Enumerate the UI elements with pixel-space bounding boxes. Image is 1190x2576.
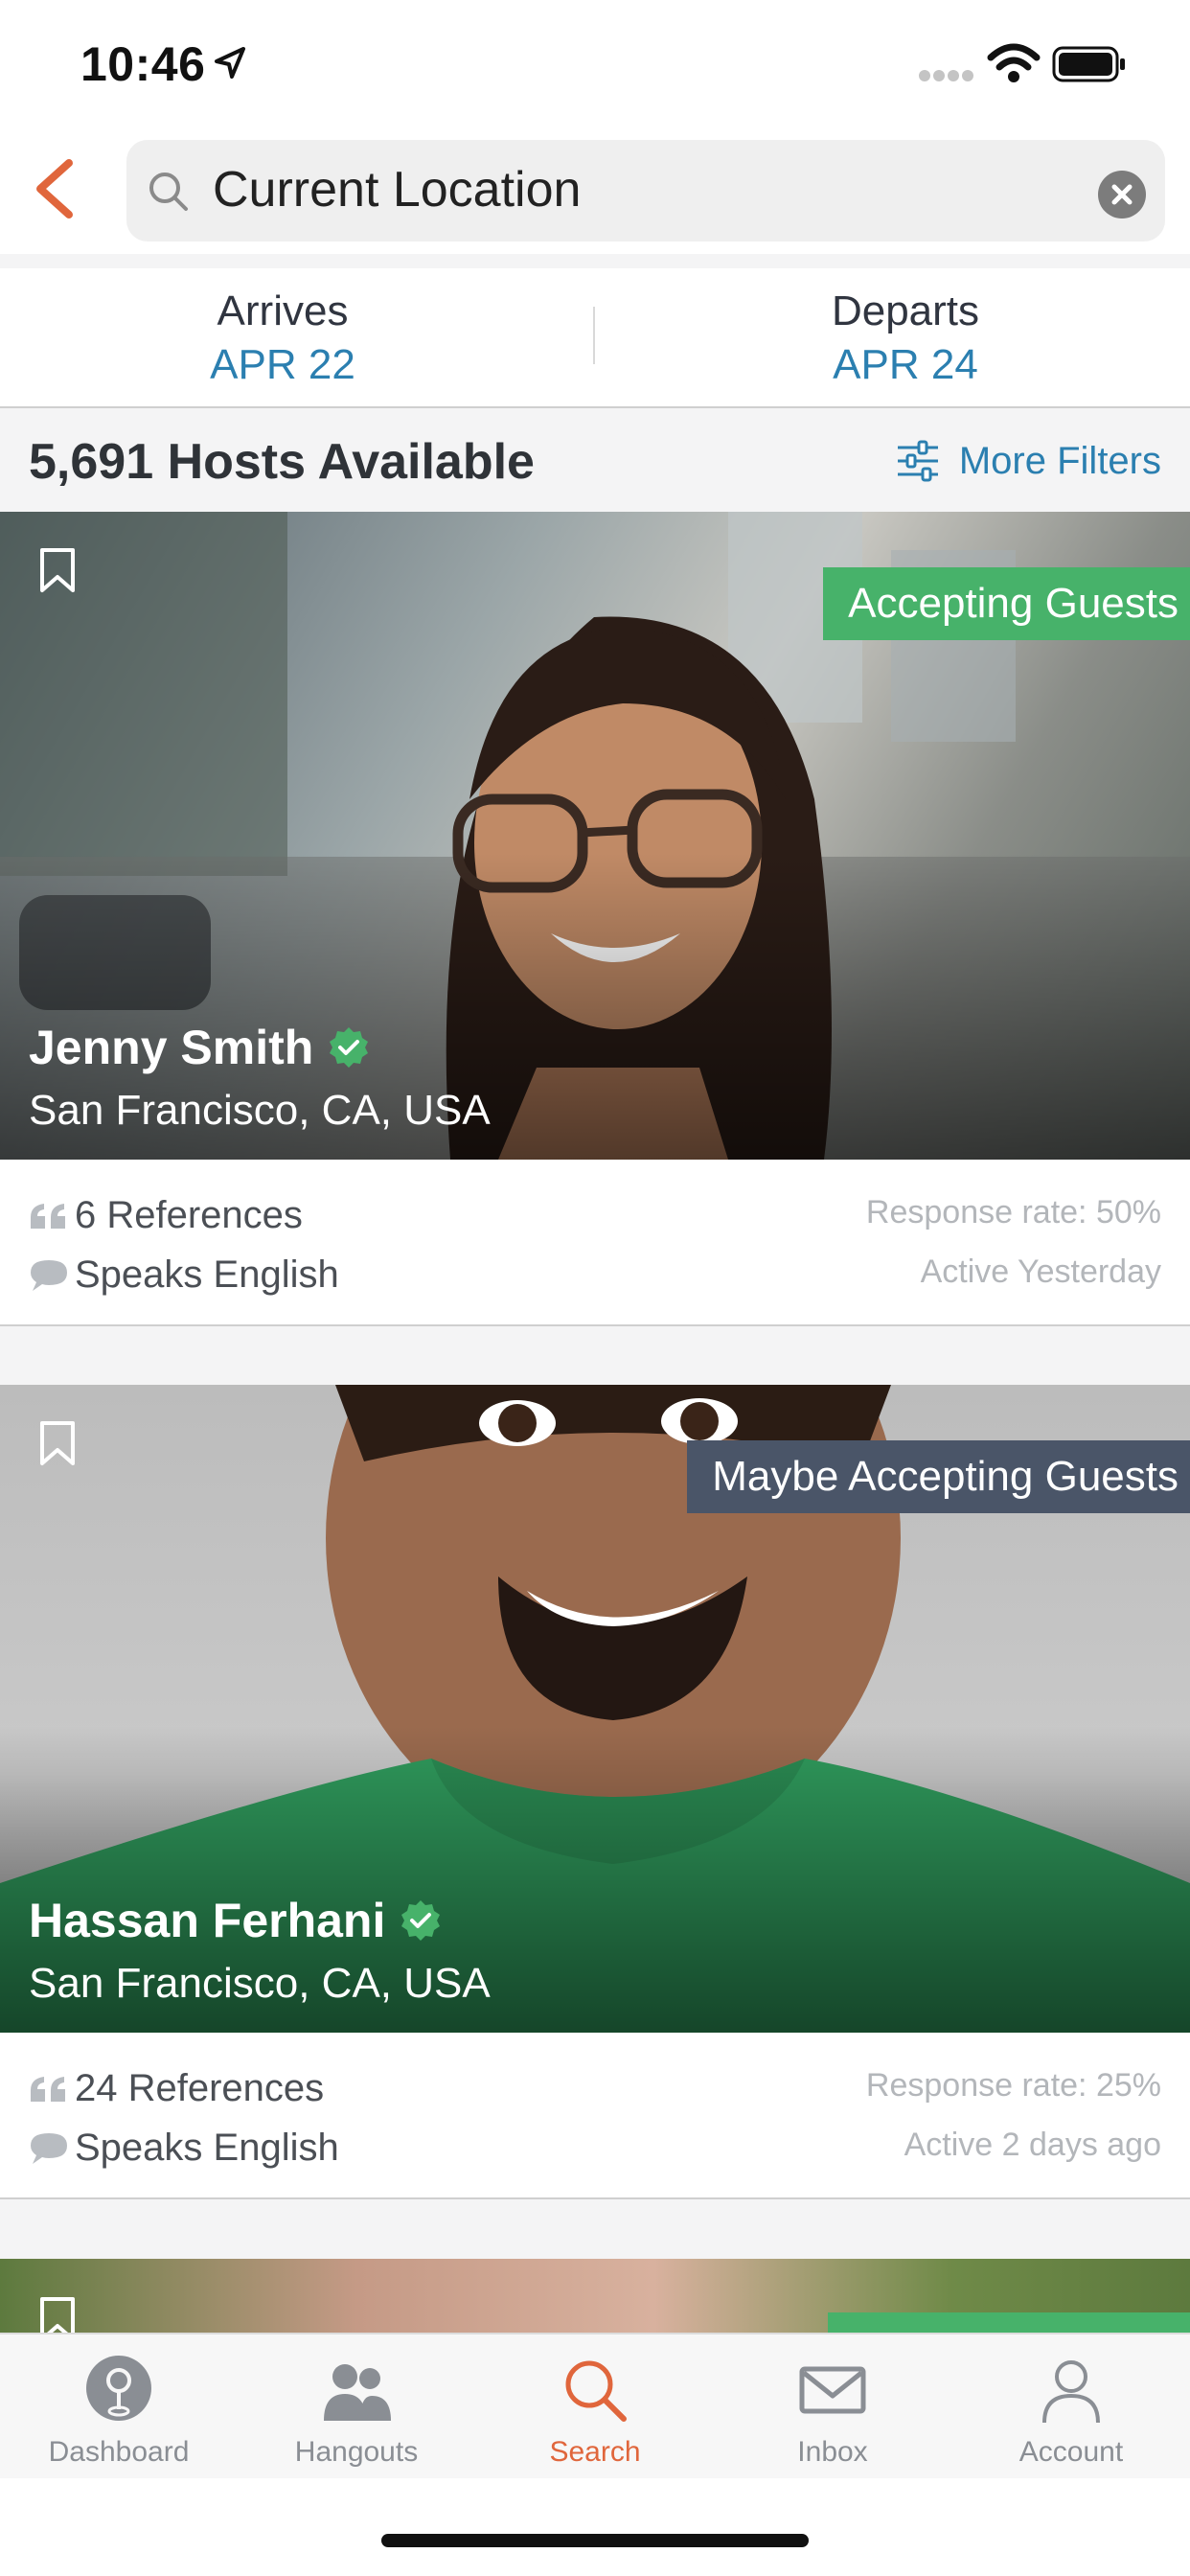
arrives-date-button[interactable]: Arrives APR 22 — [0, 288, 565, 389]
hosting-status-badge: Accepting Guests — [823, 567, 1190, 640]
bookmark-icon[interactable] — [38, 1419, 77, 1467]
quote-icon — [31, 2076, 65, 2102]
host-location: San Francisco, CA, USA — [29, 1087, 491, 1134]
dashboard-pin-icon — [86, 2356, 151, 2421]
hosting-status-badge: Maybe Accepting Guests — [687, 1440, 1190, 1513]
app-screen: 10:46 Current Location Arrives APR 22 De… — [0, 0, 1190, 2576]
search-icon — [149, 172, 188, 211]
references-count: 6 References — [75, 1194, 303, 1236]
tab-search[interactable]: Search — [476, 2334, 714, 2480]
search-input[interactable]: Current Location — [126, 140, 1165, 242]
departs-label: Departs — [831, 288, 980, 334]
hosts-count: 5,691 Hosts Available — [29, 434, 535, 490]
host-name-text: Jenny Smith — [29, 1021, 314, 1074]
languages-row: Speaks English — [29, 2127, 339, 2170]
departs-value: APR 24 — [833, 341, 978, 388]
date-divider — [593, 307, 595, 364]
verified-badge-icon — [330, 1027, 369, 1068]
response-rate: Response rate: 50% — [865, 1194, 1161, 1230]
person-icon — [1042, 2360, 1100, 2424]
envelope-icon — [799, 2366, 866, 2414]
sliders-icon — [897, 440, 938, 482]
references-row: 6 References — [29, 1194, 303, 1237]
tab-hangouts[interactable]: Hangouts — [238, 2334, 475, 2480]
quote-icon — [31, 1203, 65, 1229]
date-range: Arrives APR 22 Departs APR 24 — [0, 268, 1190, 408]
host-location: San Francisco, CA, USA — [29, 1960, 491, 2007]
host-name[interactable]: Hassan Ferhani — [29, 1893, 443, 1948]
tab-bar: Dashboard Hangouts Search Inbox Account — [0, 2333, 1190, 2478]
tab-dashboard[interactable]: Dashboard — [0, 2334, 238, 2480]
host-card-info: 24 References Speaks English Response ra… — [0, 2033, 1190, 2199]
tab-inbox-label: Inbox — [797, 2436, 868, 2468]
host-card-info: 6 References Speaks English Response rat… — [0, 1160, 1190, 1326]
host-photo[interactable] — [0, 2259, 1190, 2335]
host-card[interactable]: Accepting Guests Jenny Smith San Francis… — [0, 512, 1190, 1326]
last-active: Active 2 days ago — [904, 2127, 1161, 2163]
languages-row: Speaks English — [29, 1254, 339, 1297]
host-card[interactable]: Maybe Accepting Guests Hassan Ferhani Sa… — [0, 1385, 1190, 2199]
search-header: Current Location — [0, 134, 1190, 254]
search-icon — [565, 2360, 627, 2422]
bookmark-icon[interactable] — [38, 546, 77, 594]
speech-bubble-icon — [31, 2132, 67, 2164]
tab-account[interactable]: Account — [952, 2334, 1190, 2480]
tab-hangouts-label: Hangouts — [294, 2436, 419, 2468]
close-icon — [1111, 184, 1133, 205]
clear-search-button[interactable] — [1098, 171, 1146, 218]
departs-date-button[interactable]: Departs APR 24 — [618, 288, 1190, 389]
wifi-icon — [987, 43, 1041, 82]
tab-dashboard-label: Dashboard — [48, 2436, 190, 2468]
back-chevron-icon[interactable] — [27, 155, 84, 222]
languages-text: Speaks English — [75, 1254, 339, 1296]
status-time: 10:46 — [80, 37, 206, 91]
arrives-value: APR 22 — [210, 341, 355, 388]
host-name[interactable]: Jenny Smith — [29, 1020, 371, 1075]
languages-text: Speaks English — [75, 2127, 339, 2169]
search-query: Current Location — [213, 162, 582, 218]
more-filters-label: More Filters — [958, 439, 1161, 482]
cellular-signal-icon — [919, 70, 973, 81]
home-indicator-area — [0, 2478, 1190, 2576]
more-filters-button[interactable]: More Filters — [896, 437, 1161, 485]
arrives-label: Arrives — [217, 288, 349, 334]
references-row: 24 References — [29, 2067, 324, 2110]
location-arrow-icon — [215, 47, 245, 79]
last-active: Active Yesterday — [920, 1254, 1161, 1290]
host-card[interactable] — [0, 2259, 1190, 2341]
references-count: 24 References — [75, 2067, 325, 2109]
verified-badge-icon — [401, 1900, 441, 1941]
tab-inbox[interactable]: Inbox — [714, 2334, 951, 2480]
tab-search-label: Search — [549, 2436, 641, 2468]
battery-icon — [1052, 46, 1125, 82]
tab-account-label: Account — [1018, 2436, 1124, 2468]
home-indicator[interactable] — [381, 2534, 809, 2547]
status-bar: 10:46 — [0, 0, 1190, 134]
results-summary: 5,691 Hosts Available More Filters — [0, 408, 1190, 512]
people-icon — [324, 2364, 391, 2421]
host-name-text: Hassan Ferhani — [29, 1894, 386, 1947]
speech-bubble-icon — [31, 1259, 67, 1291]
response-rate: Response rate: 25% — [865, 2067, 1161, 2104]
